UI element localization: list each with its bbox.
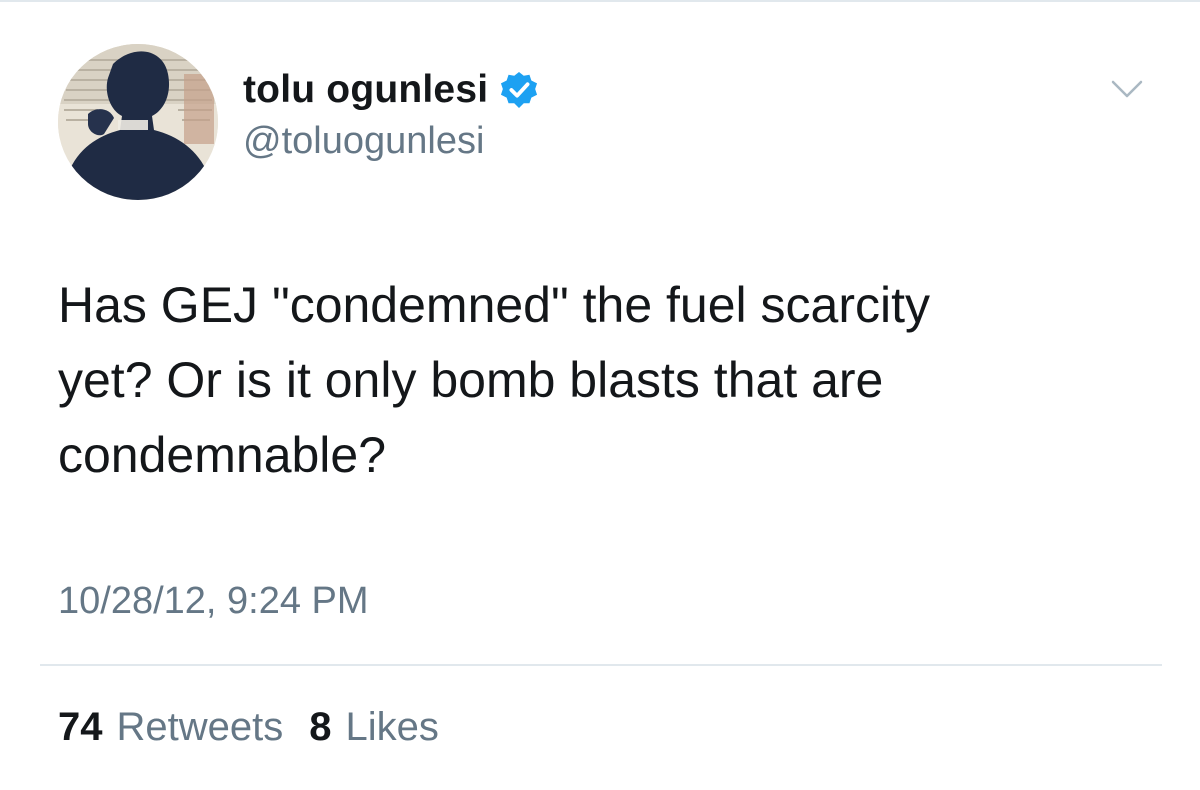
likes-label: Likes [345, 705, 439, 749]
tweet-text-line: yet? Or is it only bomb blasts that are [58, 352, 884, 408]
retweets-label: Retweets [116, 705, 284, 749]
retweets-stat[interactable]: 74 Retweets [58, 705, 283, 750]
tweet-text: Has GEJ "condemned" the fuel scarcity ye… [58, 268, 1168, 493]
chevron-down-icon[interactable] [1110, 78, 1144, 100]
tweet-text-line: Has GEJ "condemned" the fuel scarcity [58, 277, 930, 333]
display-name[interactable]: tolu ogunlesi [243, 68, 488, 112]
verified-badge-icon [500, 71, 538, 109]
likes-count: 8 [309, 705, 332, 749]
likes-stat[interactable]: 8 Likes [309, 705, 439, 750]
retweets-count: 74 [58, 705, 103, 749]
user-handle[interactable]: @toluogunlesi [243, 120, 484, 163]
tweet-timestamp[interactable]: 10/28/12, 9:24 PM [58, 580, 369, 623]
stats-divider [40, 664, 1162, 666]
name-row: tolu ogunlesi [243, 64, 538, 116]
tweet-stats: 74 Retweets 8 Likes [58, 705, 465, 750]
avatar[interactable] [58, 44, 218, 200]
tweet-card: tolu ogunlesi @toluogunlesi Has GEJ "con… [0, 0, 1200, 790]
tweet-text-line: condemnable? [58, 427, 387, 483]
avatar-image [58, 44, 218, 200]
